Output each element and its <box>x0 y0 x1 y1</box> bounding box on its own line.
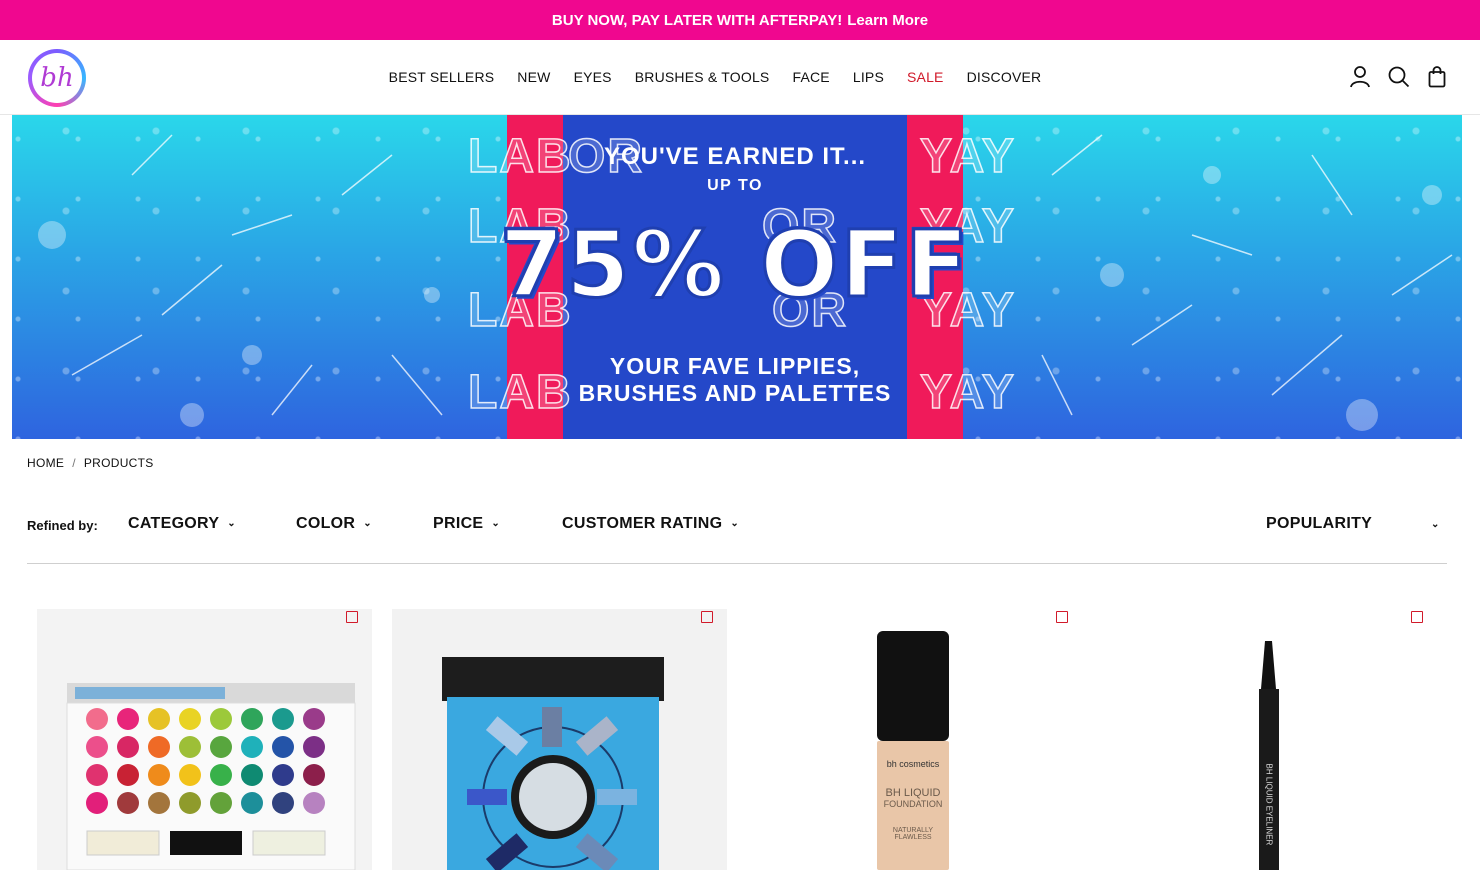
product-image-blue-palette <box>392 609 727 870</box>
sort-select[interactable]: POPULARITY ⌄ <box>1266 515 1439 533</box>
search-icon[interactable] <box>1388 66 1410 88</box>
hero-banner[interactable]: LAB OR YAY LAB OR YAY LAB OR YAY LAB YAY… <box>12 115 1462 439</box>
breadcrumb-home[interactable]: HOME <box>27 456 64 470</box>
product-image-eyeshadow-palette <box>37 609 372 870</box>
product-card[interactable] <box>392 609 727 870</box>
product-card[interactable]: BH LIQUID EYELINER <box>1102 609 1437 870</box>
filter-divider <box>27 563 1447 564</box>
eyeliner-label: BH LIQUID EYELINER <box>1264 763 1274 846</box>
hero-line-4b: BRUSHES AND PALETTES <box>578 380 892 406</box>
learn-more-link[interactable]: Learn More <box>847 12 928 29</box>
wishlist-heart-icon[interactable] <box>1056 611 1068 623</box>
hero-line-4a: YOUR FAVE LIPPIES, <box>609 353 861 379</box>
nav-new[interactable]: NEW <box>517 69 550 85</box>
nav-face[interactable]: FACE <box>792 69 829 85</box>
chevron-down-icon: ⌄ <box>227 518 236 529</box>
header-icons <box>1350 66 1446 88</box>
main-nav: BEST SELLERS NEW EYES BRUSHES & TOOLS FA… <box>389 40 1041 114</box>
foundation-label: bh cosmetics BH LIQUID FOUNDATION NATURA… <box>877 759 949 841</box>
breadcrumb-current: PRODUCTS <box>83 456 154 470</box>
nav-lips[interactable]: LIPS <box>853 69 884 85</box>
product-card[interactable]: bh cosmetics BH LIQUID FOUNDATION NATURA… <box>747 609 1082 870</box>
wishlist-heart-icon[interactable] <box>346 611 358 623</box>
account-icon[interactable] <box>1350 66 1370 88</box>
promo-bar: BUY NOW, PAY LATER WITH AFTERPAY! Learn … <box>0 0 1480 40</box>
hero-discount: 75% OFF <box>498 210 971 320</box>
hero-line-4: YOUR FAVE LIPPIES, BRUSHES AND PALETTES <box>462 353 1008 407</box>
chevron-down-icon: ⌄ <box>730 518 740 529</box>
chevron-down-icon: ⌄ <box>1431 519 1440 530</box>
site-header: bh BEST SELLERS NEW EYES BRUSHES & TOOLS… <box>0 40 1480 115</box>
nav-brushes-tools[interactable]: BRUSHES & TOOLS <box>635 69 770 85</box>
brand-text: bh cosmetics <box>886 759 940 769</box>
nav-eyes[interactable]: EYES <box>574 69 612 85</box>
filter-price-label: PRICE <box>433 515 484 532</box>
nav-discover[interactable]: DISCOVER <box>967 69 1042 85</box>
filter-color[interactable]: COLOR ⌄ <box>296 515 372 533</box>
filter-category-label: CATEGORY <box>128 515 220 532</box>
wishlist-heart-icon[interactable] <box>701 611 713 623</box>
hero-line-1: YOU'VE EARNED IT... <box>603 143 867 170</box>
product-label-3: NATURALLY FLAWLESS <box>892 827 934 841</box>
product-label-1: BH LIQUID <box>885 787 941 799</box>
filter-bar: Refined by: CATEGORY ⌄ COLOR ⌄ PRICE ⌄ CUST… <box>27 505 1447 545</box>
filter-price[interactable]: PRICE ⌄ <box>433 515 500 533</box>
bag-icon[interactable] <box>1428 66 1446 88</box>
filter-category[interactable]: CATEGORY ⌄ <box>128 515 236 533</box>
product-card[interactable] <box>37 609 372 870</box>
chevron-down-icon: ⌄ <box>363 518 372 529</box>
wishlist-heart-icon[interactable] <box>1411 611 1423 623</box>
bh-logo[interactable]: bh <box>28 49 86 107</box>
nav-best-sellers[interactable]: BEST SELLERS <box>389 69 495 85</box>
breadcrumb: HOME / PRODUCTS <box>27 456 154 470</box>
chevron-down-icon: ⌄ <box>491 518 501 529</box>
logo-text: bh <box>32 53 82 103</box>
filter-customer-rating[interactable]: CUSTOMER RATING ⌄ <box>562 515 739 533</box>
breadcrumb-separator: / <box>72 456 76 470</box>
sort-label: POPULARITY <box>1266 515 1373 532</box>
hero-line-2: UP TO <box>707 177 763 194</box>
hero-copy: YOU'VE EARNED IT... UP TO 75% OFF YOUR F… <box>462 115 1008 439</box>
filter-rating-label: CUSTOMER RATING <box>562 515 723 532</box>
nav-sale[interactable]: SALE <box>907 69 944 85</box>
refined-by-label: Refined by: <box>27 518 98 533</box>
promo-text: BUY NOW, PAY LATER WITH AFTERPAY! <box>551 11 843 29</box>
filter-color-label: COLOR <box>296 515 356 532</box>
product-label-2: FOUNDATION <box>883 799 943 809</box>
